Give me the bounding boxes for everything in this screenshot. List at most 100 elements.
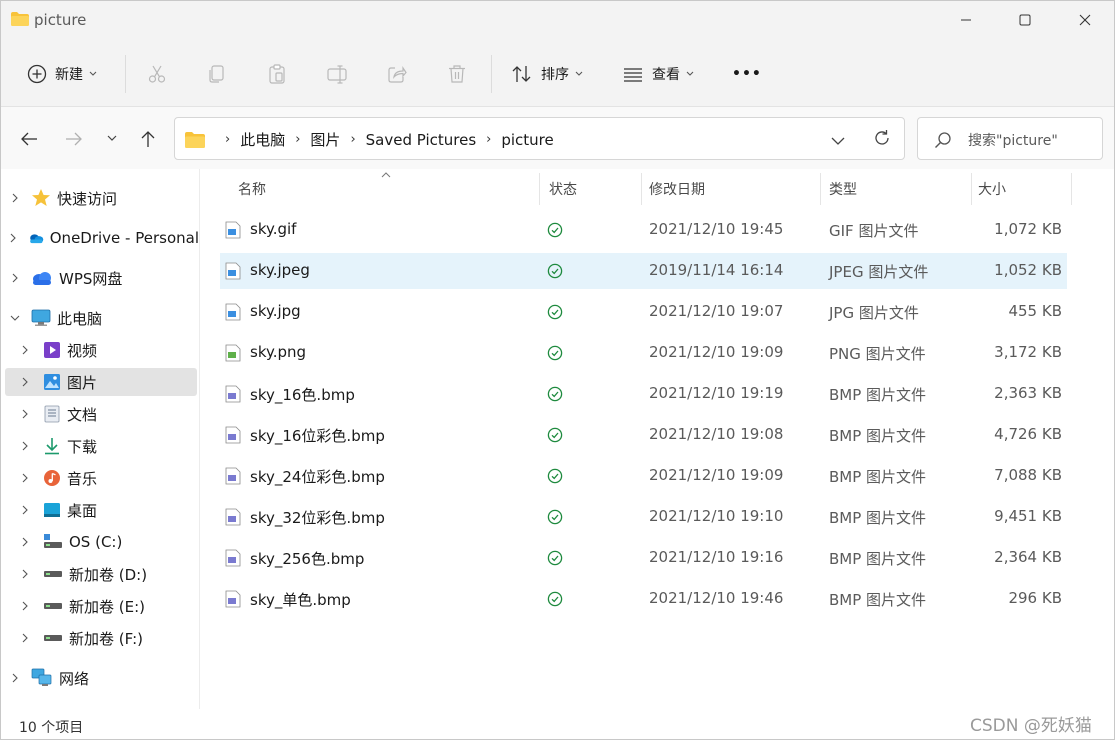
column-header-size[interactable]: 大小 <box>978 174 1006 204</box>
sidebar-item-label: 网络 <box>59 669 90 688</box>
file-type: JPG 图片文件 <box>829 304 919 322</box>
column-divider[interactable] <box>1071 173 1072 205</box>
chevron-down-icon <box>89 71 97 76</box>
file-size: 2,364 KB <box>994 548 1062 566</box>
bmp-file-icon <box>225 549 241 567</box>
file-name: sky_16色.bmp <box>250 386 355 404</box>
breadcrumb-picture[interactable]: picture <box>501 131 553 149</box>
file-row[interactable]: sky.jpg 2021/12/10 19:07 JPG 图片文件 455 KB <box>220 294 1067 330</box>
file-row[interactable]: sky_256色.bmp 2021/12/10 19:16 BMP 图片文件 2… <box>220 540 1067 576</box>
file-name: sky_单色.bmp <box>250 591 351 609</box>
file-size: 1,072 KB <box>994 220 1062 238</box>
sidebar-item-label: WPS网盘 <box>59 269 123 288</box>
view-button[interactable]: 查看 <box>622 59 694 89</box>
plus-circle-icon <box>27 64 47 84</box>
folder-icon <box>11 12 29 26</box>
file-date: 2021/12/10 19:08 <box>649 425 784 443</box>
star-icon <box>32 189 50 206</box>
cut-button[interactable] <box>147 59 167 89</box>
file-row[interactable]: sky.gif 2021/12/10 19:45 GIF 图片文件 1,072 … <box>220 212 1067 248</box>
file-row[interactable]: sky_32位彩色.bmp 2021/12/10 19:10 BMP 图片文件 … <box>220 499 1067 535</box>
file-row[interactable]: sky.png 2021/12/10 19:09 PNG 图片文件 3,172 … <box>220 335 1067 371</box>
sidebar-item-drive-e[interactable]: 新加卷 (E:) <box>19 592 199 620</box>
trash-icon <box>449 65 465 83</box>
column-divider[interactable] <box>641 173 642 205</box>
refresh-icon <box>875 130 889 145</box>
sidebar-item-wps-cloud[interactable]: WPS网盘 <box>9 264 199 292</box>
minimize-button[interactable] <box>937 1 995 39</box>
navigation-pane: 快速访问 OneDrive - Personal WPS网盘 此电脑 视频 图片… <box>1 169 200 709</box>
up-button[interactable] <box>136 127 160 151</box>
sync-ok-icon <box>547 427 563 443</box>
sidebar-item-label: 新加卷 (F:) <box>69 629 143 648</box>
system-drive-icon <box>44 534 62 548</box>
file-row[interactable]: sky_16位彩色.bmp 2021/12/10 19:08 BMP 图片文件 … <box>220 417 1067 453</box>
chevron-right-icon <box>19 408 31 420</box>
rename-button[interactable] <box>327 59 349 89</box>
sidebar-item-videos[interactable]: 视频 <box>19 336 199 364</box>
file-type: BMP 图片文件 <box>829 427 927 445</box>
drive-icon <box>44 603 62 609</box>
sort-button[interactable]: 排序 <box>511 59 583 89</box>
drive-icon <box>44 635 62 641</box>
sidebar-item-downloads[interactable]: 下载 <box>19 432 199 460</box>
search-input[interactable]: 搜索"picture" <box>917 117 1103 160</box>
column-header-name[interactable]: 名称 <box>238 174 266 204</box>
more-options-button[interactable]: ••• <box>732 59 762 89</box>
recent-locations-button[interactable] <box>100 127 124 151</box>
address-history-button[interactable] <box>831 134 845 150</box>
column-divider[interactable] <box>820 173 821 205</box>
sidebar-item-drive-c[interactable]: OS (C:) <box>19 528 199 556</box>
column-header-type[interactable]: 类型 <box>829 174 857 204</box>
column-header-status[interactable]: 状态 <box>549 174 577 204</box>
file-row[interactable]: sky_24位彩色.bmp 2021/12/10 19:09 BMP 图片文件 … <box>220 458 1067 494</box>
watermark: CSDN @死妖猫 <box>970 716 1092 736</box>
sidebar-item-this-pc[interactable]: 此电脑 <box>9 304 199 332</box>
column-divider[interactable] <box>971 173 972 205</box>
paste-button[interactable] <box>267 59 287 89</box>
sidebar-item-drive-d[interactable]: 新加卷 (D:) <box>19 560 199 588</box>
sidebar-item-drive-f[interactable]: 新加卷 (F:) <box>19 624 199 652</box>
sidebar-item-music[interactable]: 音乐 <box>19 464 199 492</box>
sidebar-item-quick-access[interactable]: 快速访问 <box>9 184 199 212</box>
arrow-right-icon <box>66 132 82 146</box>
chevron-down-icon <box>831 137 845 145</box>
file-type: BMP 图片文件 <box>829 468 927 486</box>
column-divider[interactable] <box>539 173 540 205</box>
new-button-label: 新建 <box>55 67 83 83</box>
breadcrumb-saved-pictures[interactable]: Saved Pictures <box>366 131 477 149</box>
sync-ok-icon <box>547 222 563 238</box>
close-button[interactable] <box>1056 1 1114 39</box>
breadcrumb-this-pc[interactable]: 此电脑 <box>240 129 285 150</box>
file-row[interactable]: sky.jpeg 2019/11/14 16:14 JPEG 图片文件 1,05… <box>220 253 1067 289</box>
computer-icon <box>31 309 51 326</box>
address-bar[interactable]: › 此电脑 › 图片 › Saved Pictures › picture <box>174 117 905 160</box>
maximize-button[interactable] <box>996 1 1054 39</box>
rename-icon <box>327 65 347 84</box>
sidebar-item-network[interactable]: 网络 <box>9 664 199 692</box>
new-button[interactable]: 新建 <box>27 59 97 89</box>
share-button[interactable] <box>387 59 407 89</box>
title-bar: picture <box>1 1 1114 41</box>
copy-button[interactable] <box>207 59 227 89</box>
sidebar-item-documents[interactable]: 文档 <box>19 400 199 428</box>
sidebar-item-label: 视频 <box>67 341 98 360</box>
sort-ascending-icon <box>381 172 391 178</box>
bmp-file-icon <box>225 590 241 608</box>
sidebar-item-onedrive[interactable]: OneDrive - Personal <box>9 224 199 252</box>
file-type: BMP 图片文件 <box>829 550 927 568</box>
file-type: BMP 图片文件 <box>829 591 927 609</box>
delete-button[interactable] <box>447 59 467 89</box>
refresh-button[interactable] <box>873 129 891 151</box>
column-header-modified[interactable]: 修改日期 <box>649 174 705 204</box>
file-row[interactable]: sky_16色.bmp 2021/12/10 19:19 BMP 图片文件 2,… <box>220 376 1067 412</box>
file-row[interactable]: sky_单色.bmp 2021/12/10 19:46 BMP 图片文件 296… <box>220 581 1067 617</box>
sidebar-item-pictures[interactable]: 图片 <box>5 368 197 396</box>
file-size: 7,088 KB <box>994 466 1062 484</box>
sidebar-item-desktop[interactable]: 桌面 <box>19 496 199 524</box>
back-button[interactable] <box>17 127 41 151</box>
forward-button[interactable] <box>62 127 86 151</box>
file-date: 2019/11/14 16:14 <box>649 261 784 279</box>
breadcrumb-pictures[interactable]: 图片 <box>310 129 340 150</box>
arrow-up-icon <box>141 131 155 147</box>
